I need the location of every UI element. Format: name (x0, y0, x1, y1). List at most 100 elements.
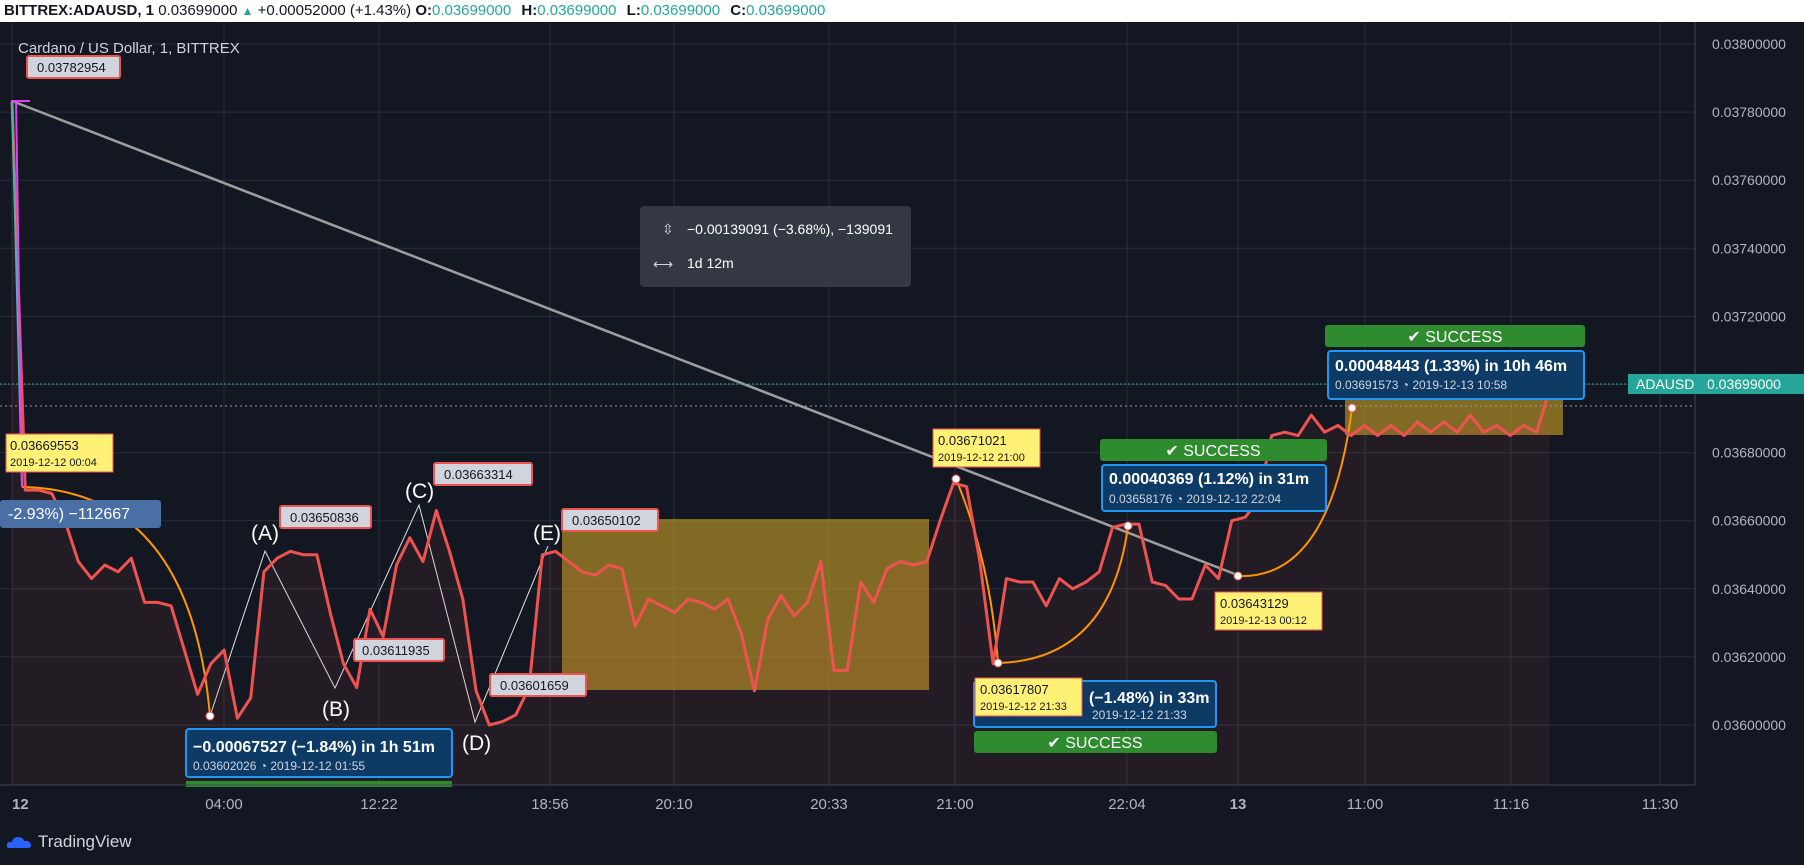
d-callout[interactable]: 0.03601659 (489, 673, 587, 697)
price-point (899, 560, 902, 563)
x-tick-label: 22:04 (1108, 796, 1146, 813)
price-point (104, 564, 106, 566)
x-tick-label: 20:10 (655, 796, 693, 813)
left-partial-label[interactable]: -2.93%) −112667 (0, 500, 161, 528)
svg-text:2019-12-12 21:00: 2019-12-12 21:00 (938, 452, 1025, 464)
price-point (157, 601, 159, 604)
point-low (993, 658, 1003, 668)
symbol-header: BITTREX:ADAUSD, 1 0.03699000 ▲ +0.000520… (0, 0, 1804, 22)
price-point (1350, 434, 1352, 437)
point-x (205, 711, 215, 721)
svg-text:-2.93%) −112667: -2.93%) −112667 (8, 506, 130, 523)
close-label: C: (730, 2, 747, 19)
price-point (170, 605, 172, 607)
stat-box-3[interactable]: 0.00040369 (1.12%) in 31m 0.03658176 ◔ 2… (1101, 464, 1327, 512)
svg-text:−0.00067527 (−1.84%) in 1h 51m: −0.00067527 (−1.84%) in 1h 51m (193, 739, 435, 756)
time-axis[interactable]: 12 04:00 12:22 18:56 20:10 20:33 21:00 22:04 13 1… (12, 796, 1678, 813)
price-point (1231, 519, 1233, 522)
price-point (1456, 431, 1458, 434)
svg-text:0.03658176 ◔ 2019-12-12 22:0: 0.03658176 ◔ 2019-12-12 22:04 (1109, 492, 1281, 506)
chart-title: Cardano / US Dollar, 1, BITTREX (18, 40, 240, 57)
price-point (196, 693, 199, 696)
price-point (780, 594, 782, 597)
price-point (594, 574, 597, 576)
x-tick-label: 18:56 (531, 796, 569, 813)
peak-yellow-label[interactable]: 0.03671021 2019-12-12 21:00 (932, 428, 1041, 468)
y-tick-label: 0.03660000 (1712, 513, 1786, 529)
high-callout[interactable]: 0.03782954 (26, 55, 121, 79)
change-up-icon: ▲ (241, 4, 254, 18)
e-callout[interactable]: 0.03650102 (561, 508, 659, 532)
y-tick-label: 0.03760000 (1712, 172, 1786, 188)
price-point (223, 649, 225, 651)
price-point (51, 492, 53, 495)
price-point (435, 509, 438, 512)
svg-text:0.03699000: 0.03699000 (1707, 376, 1781, 392)
svg-text:0.03643129: 0.03643129 (1220, 596, 1289, 611)
x-tick-label: 04:00 (205, 796, 243, 813)
measure-tooltip: ⇳ −0.00139091 (−3.68%), −139091 ⟷ 1d 12m (640, 206, 911, 287)
current-price-tag: ADAUSD 0.03699000 (1628, 374, 1804, 394)
point-peak (951, 474, 961, 484)
price-point (1005, 577, 1008, 580)
price-point (1178, 598, 1180, 600)
high-value: 0.03699000 (537, 2, 617, 19)
y-tick-label: 0.03640000 (1712, 581, 1786, 597)
svg-text:1d 12m: 1d 12m (687, 255, 734, 271)
price-point (1111, 526, 1114, 529)
measure-price-icon: ⇳ (662, 221, 674, 237)
b-callout[interactable]: 0.03611935 (353, 638, 445, 662)
price-point (740, 632, 742, 634)
price-point (1522, 424, 1525, 427)
tradingview-logo[interactable]: TradingView (6, 832, 132, 852)
price-point (820, 560, 822, 563)
low2-yellow-label[interactable]: 0.03643129 2019-12-13 00:12 (1214, 591, 1323, 631)
price-point (342, 662, 345, 665)
label-a: (A) (251, 522, 279, 545)
price-point (846, 669, 849, 672)
price-point (1535, 431, 1538, 434)
x-tick-label: 12 (12, 796, 29, 813)
x-tick-label: 11:30 (1642, 796, 1678, 813)
svg-text:(−1.48%) in 33m: (−1.48%) in 33m (1089, 690, 1210, 707)
success-badge-4: ✔ SUCCESS (1325, 325, 1585, 347)
svg-text:0.03782954: 0.03782954 (37, 60, 106, 75)
c-callout[interactable]: 0.03663314 (433, 462, 533, 486)
stat-box-1[interactable]: −0.00067527 (−1.84%) in 1h 51m 0.0360202… (185, 728, 453, 778)
price-point (568, 560, 570, 563)
price-point (766, 618, 769, 621)
price-point (130, 557, 133, 559)
low-yellow-time-overlay: 2019-12-12 21:33 (980, 701, 1067, 713)
price-point (674, 611, 676, 614)
svg-text:0.03611935: 0.03611935 (362, 643, 430, 658)
last-price: 0.03699000 (158, 2, 238, 19)
trend-line[interactable] (11, 99, 1241, 578)
price-point (1217, 577, 1220, 580)
price-point (1045, 605, 1047, 607)
price-point (90, 577, 93, 580)
price-point (462, 598, 464, 600)
a-callout[interactable]: 0.03650836 (279, 505, 372, 529)
price-point (143, 601, 146, 604)
price-point (1085, 581, 1087, 583)
svg-text:✔ SUCCESS: ✔ SUCCESS (1407, 329, 1502, 346)
success-badge-3: ✔ SUCCESS (1100, 439, 1327, 461)
svg-text:0.03650836: 0.03650836 (290, 510, 359, 525)
price-chart[interactable]: Cardano / US Dollar, 1, BITTREX 0.037829… (0, 22, 1804, 817)
low-yellow-price-overlay: 0.03617807 (980, 682, 1049, 697)
point-target (1347, 403, 1357, 413)
price-point (793, 615, 796, 617)
symbol-name: BITTREX:ADAUSD, 1 (4, 2, 155, 19)
start-yellow-label[interactable]: 0.03669553 2019-12-12 00:04 (5, 433, 114, 473)
price-point (1071, 588, 1074, 590)
tradingview-brand: TradingView (38, 832, 132, 851)
stat-box-4[interactable]: 0.00048443 (1.33%) in 10h 46m 0.03691573… (1327, 350, 1585, 400)
price-point (713, 608, 716, 610)
price-point (1151, 581, 1153, 583)
price-point (355, 686, 358, 689)
price-point (183, 649, 186, 651)
price-point (382, 635, 385, 638)
price-point (979, 560, 981, 563)
price-point (1337, 424, 1339, 427)
low-label: L: (626, 2, 641, 19)
